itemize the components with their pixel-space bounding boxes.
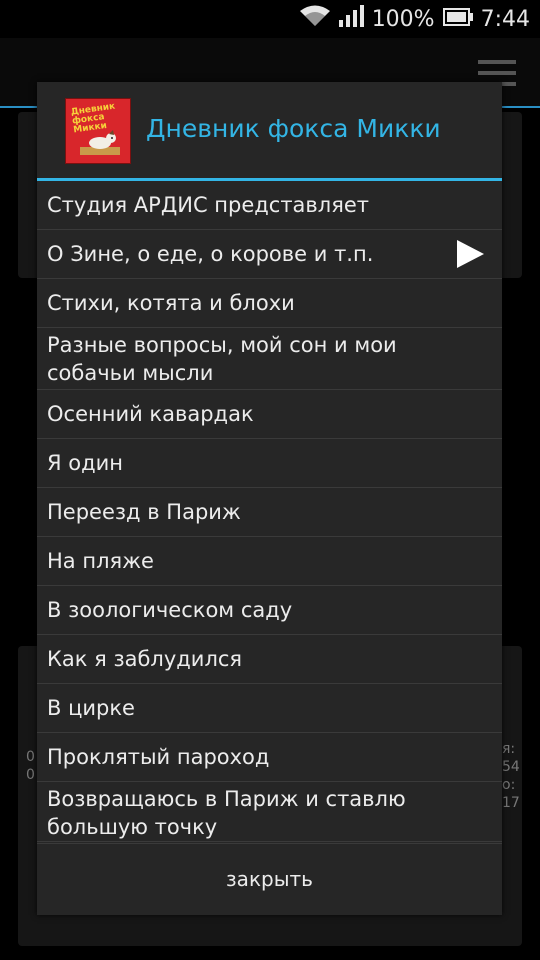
book-cover-image: Дневник фокса Микки bbox=[65, 98, 131, 164]
battery-percent: 100% bbox=[371, 6, 435, 32]
dialog-title: Дневник фокса Микки bbox=[146, 114, 441, 143]
dog-illustration bbox=[80, 130, 120, 155]
wifi-icon bbox=[299, 5, 330, 33]
chapter-list: Студия АРДИС представляет О Зине, о еде,… bbox=[37, 181, 502, 844]
chapter-label: Как я заблудился bbox=[47, 647, 243, 671]
chapter-label: Проклятый пароход bbox=[47, 745, 270, 769]
list-item[interactable]: В зоологическом саду bbox=[37, 586, 502, 635]
chapter-label: В зоологическом саду bbox=[47, 598, 293, 622]
list-item[interactable]: Студия АРДИС представляет bbox=[37, 181, 502, 230]
chapter-dialog: Дневник фокса Микки Дневник фокса Микки … bbox=[37, 82, 502, 915]
list-item[interactable]: Переезд в Париж bbox=[37, 488, 502, 537]
list-item[interactable]: Я один bbox=[37, 439, 502, 488]
dialog-footer: закрыть bbox=[37, 841, 502, 915]
background-right-text: я: 54 о: 17 bbox=[502, 741, 520, 811]
chapter-label: Разные вопросы, мой сон и мои собачьи мы… bbox=[47, 332, 397, 385]
chapter-label: Студия АРДИС представляет bbox=[47, 193, 370, 217]
chapter-label: Возвращаюсь в Париж и ставлю большую точ… bbox=[47, 786, 406, 839]
play-icon bbox=[454, 238, 486, 270]
list-item[interactable]: Осенний кавардак bbox=[37, 390, 502, 439]
chapter-label: Я один bbox=[47, 451, 124, 475]
chapter-label: В цирке bbox=[47, 696, 135, 720]
list-item[interactable]: В цирке bbox=[37, 684, 502, 733]
battery-icon bbox=[442, 7, 473, 32]
list-item[interactable]: Разные вопросы, мой сон и мои собачьи мы… bbox=[37, 328, 502, 390]
status-bar: 100% 7:44 bbox=[0, 0, 540, 38]
close-button[interactable]: закрыть bbox=[196, 857, 343, 901]
chapter-label: О Зине, о еде, о корове и т.п. bbox=[47, 242, 374, 266]
list-item[interactable]: На пляже bbox=[37, 537, 502, 586]
list-item[interactable]: Проклятый пароход bbox=[37, 733, 502, 782]
chapter-label: Осенний кавардак bbox=[47, 402, 254, 426]
list-item[interactable]: Стихи, котята и блохи bbox=[37, 279, 502, 328]
list-item[interactable]: Возвращаюсь в Париж и ставлю большую точ… bbox=[37, 782, 502, 844]
chapter-label: На пляже bbox=[47, 549, 154, 573]
clock: 7:44 bbox=[480, 6, 530, 32]
status-icons: 100% 7:44 bbox=[299, 0, 530, 38]
chapter-label: Стихи, котята и блохи bbox=[47, 291, 295, 315]
chapter-label: Переезд в Париж bbox=[47, 500, 241, 524]
dialog-header: Дневник фокса Микки Дневник фокса Микки bbox=[37, 82, 502, 181]
list-item[interactable]: Как я заблудился bbox=[37, 635, 502, 684]
signal-icon bbox=[338, 5, 364, 33]
list-item-current[interactable]: О Зине, о еде, о корове и т.п. bbox=[37, 230, 502, 279]
